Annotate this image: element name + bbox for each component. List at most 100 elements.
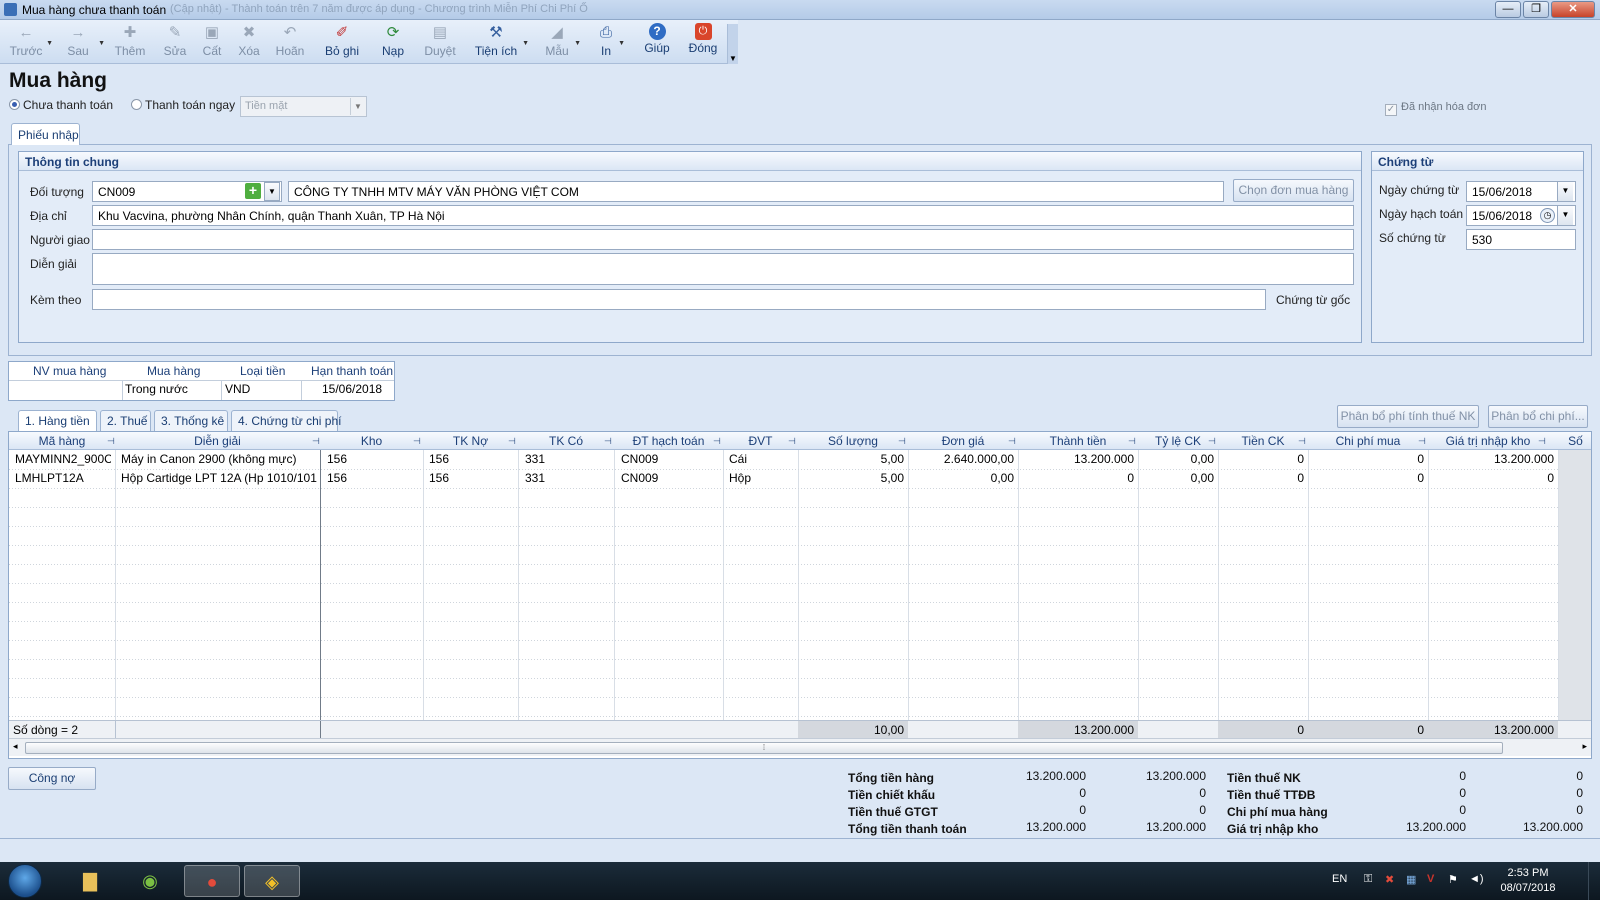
column-header[interactable]: Chi phí mua bbox=[1308, 434, 1428, 448]
payment-method-select[interactable]: Tiền mặt ▼ bbox=[240, 96, 367, 117]
don-gia-cell[interactable]: 2.640.000,00 bbox=[908, 452, 1014, 466]
save-button[interactable]: ▣ Cất bbox=[198, 23, 226, 63]
scroll-left-icon[interactable]: ◂ bbox=[13, 741, 18, 752]
column-header[interactable]: Tỷ lệ CK bbox=[1138, 434, 1218, 448]
column-header[interactable]: ĐVT bbox=[723, 434, 798, 448]
column-header[interactable]: Kho bbox=[320, 434, 423, 448]
pin-icon[interactable]: ⊣ bbox=[1418, 436, 1426, 447]
debt-button[interactable]: Công nợ bbox=[8, 767, 96, 790]
pin-icon[interactable]: ⊣ bbox=[788, 436, 796, 447]
help-button[interactable]: ? Giúp bbox=[642, 23, 672, 63]
tray-icon[interactable]: ▦ bbox=[1406, 873, 1416, 886]
tien-ck-cell[interactable]: 0 bbox=[1218, 452, 1304, 466]
so-luong-cell[interactable]: 5,00 bbox=[798, 471, 904, 485]
dvt-cell[interactable]: Hộp bbox=[729, 471, 794, 485]
template-button[interactable]: ◢ Mẫu ▼ bbox=[542, 23, 581, 63]
don-gia-cell[interactable]: 0,00 bbox=[908, 471, 1014, 485]
allocate-import-tax-button[interactable]: Phân bổ phí tính thuế NK bbox=[1337, 405, 1479, 428]
chevron-down-icon[interactable]: ▼ bbox=[264, 182, 280, 201]
tk-co-cell[interactable]: 331 bbox=[525, 471, 610, 485]
antivirus-icon[interactable]: V bbox=[1427, 873, 1434, 885]
allocate-cost-button[interactable]: Phân bổ chi phí... bbox=[1488, 405, 1588, 428]
reload-button[interactable]: ⟳ Nạp bbox=[378, 23, 408, 63]
tien-ck-cell[interactable]: 0 bbox=[1218, 471, 1304, 485]
pin-icon[interactable]: ⊣ bbox=[1208, 436, 1216, 447]
column-header[interactable]: Số lượng bbox=[798, 434, 908, 448]
column-header[interactable]: Diễn giải bbox=[115, 434, 320, 448]
start-button[interactable] bbox=[8, 864, 42, 898]
next-button[interactable]: → Sau ▼ bbox=[60, 23, 105, 63]
gia-tri-nhap-kho-cell[interactable]: 0 bbox=[1428, 471, 1554, 485]
show-desktop-button[interactable] bbox=[1588, 862, 1600, 900]
invoice-received-checkbox[interactable]: ✓ Đã nhận hóa đơn bbox=[1385, 101, 1487, 116]
kho-cell[interactable]: 156 bbox=[327, 452, 417, 466]
tray-icon[interactable]: ✖ bbox=[1385, 873, 1394, 886]
ty-le-ck-cell[interactable]: 0,00 bbox=[1138, 471, 1214, 485]
column-header[interactable]: Số bbox=[1558, 434, 1591, 448]
restore-button[interactable]: ❐ bbox=[1523, 1, 1549, 18]
toolbar-overflow-button[interactable]: ▼ bbox=[727, 24, 738, 64]
language-indicator[interactable]: EN bbox=[1332, 873, 1347, 885]
ty-le-ck-cell[interactable]: 0,00 bbox=[1138, 452, 1214, 466]
pin-icon[interactable]: ⊣ bbox=[107, 436, 115, 447]
pin-icon[interactable]: ⊣ bbox=[312, 436, 320, 447]
scroll-right-icon[interactable]: ▸ bbox=[1582, 741, 1587, 752]
utilities-button[interactable]: ⚒ Tiện ích ▼ bbox=[472, 23, 529, 63]
print-button[interactable]: ⎙ In ▼ bbox=[596, 23, 625, 63]
tk-no-cell[interactable]: 156 bbox=[429, 471, 514, 485]
gia-tri-nhap-kho-cell[interactable]: 13.200.000 bbox=[1428, 452, 1554, 466]
column-header[interactable]: TK Có bbox=[518, 434, 614, 448]
column-header[interactable]: Giá trị nhập kho bbox=[1428, 434, 1548, 448]
pin-icon[interactable]: ⊣ bbox=[1128, 436, 1136, 447]
add-button[interactable]: ✚ Thêm bbox=[110, 23, 150, 63]
dvt-cell[interactable]: Cái bbox=[729, 452, 794, 466]
ma-hang-cell[interactable]: MAYMINN2_900C... bbox=[15, 452, 111, 466]
dien-giai-cell[interactable]: Máy in Canon 2900 (không mực) bbox=[121, 452, 317, 466]
column-header[interactable]: ĐT hạch toán bbox=[614, 434, 723, 448]
clock[interactable]: 2:53 PM 08/07/2018 bbox=[1495, 866, 1561, 896]
chi-phi-mua-cell[interactable]: 0 bbox=[1308, 452, 1424, 466]
tab-thue[interactable]: 2. Thuế bbox=[100, 410, 151, 431]
column-header[interactable]: Đơn giá bbox=[908, 434, 1018, 448]
unpaid-radio[interactable]: Chưa thanh toán bbox=[9, 98, 113, 112]
misa-app-icon[interactable]: ◈ bbox=[244, 865, 300, 897]
doi-tuong-name-input[interactable]: CÔNG TY TNHH MTV MÁY VĂN PHÒNG VIỆT COM bbox=[288, 181, 1224, 202]
dien-giai-input[interactable] bbox=[92, 253, 1354, 285]
column-header[interactable]: TK Nợ bbox=[423, 434, 518, 448]
so-chung-tu-input[interactable]: 530 bbox=[1466, 229, 1576, 250]
add-object-icon[interactable]: + bbox=[245, 183, 261, 199]
previous-button[interactable]: ← Trước ▼ bbox=[8, 23, 53, 63]
table-row[interactable]: MAYMINN2_900C... Máy in Canon 2900 (khôn… bbox=[9, 450, 1558, 469]
dt-hach-toan-cell[interactable]: CN009 bbox=[621, 471, 719, 485]
pin-icon[interactable]: ⊣ bbox=[1538, 436, 1546, 447]
mua-hang-value[interactable]: Trong nước bbox=[125, 382, 188, 396]
approve-button[interactable]: ▤ Duyệt bbox=[420, 23, 460, 63]
unpost-button[interactable]: ✐ Bỏ ghi bbox=[320, 23, 364, 63]
scrollbar-thumb[interactable]: ⁞ bbox=[25, 742, 1503, 754]
tab-phieu-nhap[interactable]: Phiếu nhập bbox=[11, 123, 80, 145]
close-form-button[interactable]: ⏻ Đóng bbox=[686, 23, 720, 63]
delete-button[interactable]: ✖ Xóa bbox=[234, 23, 264, 63]
tray-icon[interactable]: ⚿ bbox=[1364, 873, 1372, 886]
chevron-down-icon[interactable]: ▼ bbox=[1557, 206, 1573, 225]
pin-icon[interactable]: ⊣ bbox=[713, 436, 721, 447]
pay-now-radio[interactable]: Thanh toán ngay bbox=[131, 98, 235, 112]
chi-phi-mua-cell[interactable]: 0 bbox=[1308, 471, 1424, 485]
pin-icon[interactable]: ⊣ bbox=[413, 436, 421, 447]
close-window-button[interactable]: ✕ bbox=[1551, 1, 1595, 18]
select-purchase-order-button[interactable]: Chọn đơn mua hàng bbox=[1233, 179, 1354, 202]
column-header[interactable]: Thành tiền bbox=[1018, 434, 1138, 448]
han-thanh-toan-value[interactable]: 15/06/2018 bbox=[322, 382, 382, 396]
tab-chung-tu-chi-phi[interactable]: 4. Chứng từ chi phí bbox=[231, 410, 341, 431]
minimize-button[interactable]: — bbox=[1495, 1, 1521, 18]
dien-giai-cell[interactable]: Hộp Cartidge LPT 12A (Hp 1010/1012/... bbox=[121, 471, 317, 485]
network-icon[interactable]: ⚑ bbox=[1448, 873, 1458, 886]
tab-thong-ke[interactable]: 3. Thống kê bbox=[154, 410, 228, 431]
tk-co-cell[interactable]: 331 bbox=[525, 452, 610, 466]
horizontal-scrollbar[interactable]: ◂ ⁞ ▸ bbox=[9, 738, 1591, 756]
tk-no-cell[interactable]: 156 bbox=[429, 452, 514, 466]
chevron-down-icon[interactable]: ▼ bbox=[1557, 182, 1573, 201]
accounting-app-icon[interactable]: ◉ bbox=[122, 865, 178, 897]
kem-theo-input[interactable] bbox=[92, 289, 1266, 310]
pin-icon[interactable]: ⊣ bbox=[898, 436, 906, 447]
